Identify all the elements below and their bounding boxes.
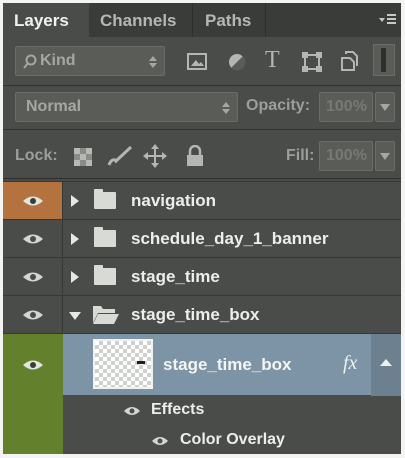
type-filter-icon[interactable]: T — [265, 47, 280, 74]
layer-name: stage_time_box — [163, 355, 292, 374]
layer-row-stage-time[interactable]: stage_time — [3, 257, 401, 295]
divider — [3, 178, 401, 179]
smart-object-filter-icon[interactable] — [339, 50, 359, 72]
folder-open-icon — [93, 306, 119, 324]
eye-icon[interactable] — [123, 405, 141, 417]
layer-name: schedule_day_1_banner — [131, 229, 329, 248]
layer-row-navigation[interactable]: navigation — [3, 181, 401, 219]
fill-value: 100% — [326, 147, 367, 164]
tab-layers-label: Layers — [14, 11, 69, 30]
eye-icon — [23, 196, 43, 206]
adjustment-filter-icon[interactable] — [227, 52, 247, 72]
panel-menu-icon — [379, 14, 396, 24]
filter-toggle-knob — [381, 48, 386, 72]
layer-name: navigation — [131, 191, 217, 210]
layer-row-stage-time-box-selected[interactable]: stage_time_box fx — [63, 333, 401, 396]
panel-tab-bar: Layers Channels Paths — [3, 3, 401, 37]
folder-icon — [94, 189, 116, 209]
image-filter-icon[interactable] — [187, 53, 207, 71]
updown-arrows-icon — [149, 56, 157, 68]
visibility-toggle[interactable] — [3, 258, 63, 295]
chevron-up-icon — [380, 359, 392, 366]
updown-arrows-icon — [222, 102, 230, 114]
effect-row-color-overlay[interactable]: Color Overlay — [63, 425, 401, 454]
opacity-dropdown-button[interactable] — [375, 92, 395, 122]
effects-expand-toggle[interactable] — [371, 334, 401, 396]
blend-mode-select[interactable]: Normal — [15, 92, 238, 122]
filter-kind-label: Kind — [40, 52, 76, 69]
search-icon — [23, 54, 37, 69]
layer-thumbnail — [93, 339, 153, 389]
eye-icon — [23, 234, 43, 244]
shape-filter-icon[interactable] — [301, 51, 323, 73]
chevron-down-icon — [380, 104, 390, 111]
effects-row[interactable]: Effects — [63, 395, 401, 425]
eye-icon — [23, 272, 43, 282]
tab-channels-label: Channels — [100, 11, 177, 30]
opacity-input[interactable]: 100% — [319, 92, 373, 122]
expand-arrow-icon[interactable] — [71, 233, 79, 245]
effect-name: Color Overlay — [180, 431, 285, 448]
visibility-toggle[interactable] — [3, 333, 63, 454]
chevron-down-icon — [380, 153, 390, 160]
filter-kind-select[interactable]: Kind — [15, 46, 165, 76]
tab-paths-label: Paths — [205, 11, 252, 30]
layer-name: stage_time_box — [131, 305, 260, 324]
expand-arrow-icon[interactable] — [71, 271, 79, 283]
effects-label: Effects — [151, 401, 205, 418]
opacity-value: 100% — [326, 98, 367, 115]
collapse-arrow-icon[interactable] — [69, 312, 81, 320]
tab-paths[interactable]: Paths — [194, 3, 266, 37]
layer-row-stage-time-box-group[interactable]: stage_time_box — [3, 295, 401, 333]
layer-row-schedule-day-1-banner[interactable]: schedule_day_1_banner — [3, 219, 401, 257]
fill-input[interactable]: 100% — [319, 141, 373, 171]
panel-menu-button[interactable] — [377, 9, 397, 29]
fx-icon[interactable]: fx — [343, 352, 357, 375]
shape-mark — [137, 361, 145, 364]
lock-position-icon[interactable] — [143, 144, 167, 168]
layer-name: stage_time — [131, 267, 220, 286]
tab-layers[interactable]: Layers — [3, 3, 89, 37]
divider — [3, 85, 401, 86]
eye-icon[interactable] — [151, 435, 169, 447]
lock-label: Lock: — [15, 147, 58, 164]
filter-toggle[interactable] — [373, 44, 395, 76]
folder-icon — [94, 227, 116, 247]
expand-arrow-icon[interactable] — [71, 195, 79, 207]
divider — [3, 129, 401, 130]
opacity-label: Opacity: — [246, 97, 311, 114]
blend-mode-value: Normal — [26, 98, 82, 115]
fill-label: Fill: — [286, 147, 315, 164]
layers-panel: Layers Channels Paths Kind T Normal Opac… — [3, 3, 401, 454]
folder-icon — [94, 265, 116, 285]
visibility-toggle[interactable] — [3, 220, 63, 257]
eye-icon — [23, 360, 43, 370]
eye-icon — [23, 310, 43, 320]
visibility-toggle[interactable] — [3, 182, 63, 219]
lock-transparent-pixels-icon[interactable] — [73, 147, 93, 167]
fill-dropdown-button[interactable] — [375, 141, 395, 171]
visibility-toggle[interactable] — [3, 296, 63, 333]
lock-image-pixels-icon[interactable] — [107, 145, 133, 167]
lock-all-icon[interactable] — [186, 145, 204, 167]
tab-channels[interactable]: Channels — [89, 3, 193, 37]
